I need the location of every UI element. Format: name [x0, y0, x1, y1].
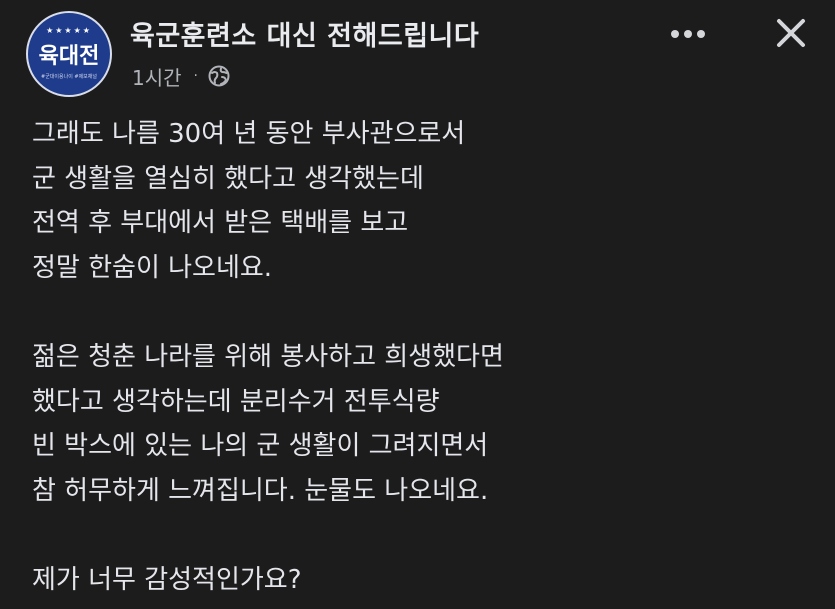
text-line: 젊은 청춘 나라를 위해 봉사하고 희생했다면: [32, 341, 504, 372]
close-icon: [777, 19, 805, 47]
avatar-title: 육대전: [38, 44, 100, 69]
text-line: 전역 후 부대에서 받은 택배를 보고: [32, 208, 409, 239]
post-text: 그래도 나름 30여 년 동안 부사관으로서 군 생활을 열심히 했다고 생각했…: [32, 112, 812, 603]
post-meta: 1시간 ·: [132, 62, 230, 90]
meta-separator: ·: [193, 68, 198, 84]
text-line: 빈 박스에 있는 나의 군 생활이 그려지면서: [32, 431, 489, 462]
timestamp[interactable]: 1시간: [132, 62, 182, 91]
paragraph-1: 그래도 나름 30여 년 동안 부사관으로서 군 생활을 열심히 했다고 생각했…: [32, 112, 812, 290]
more-horizontal-icon: [671, 30, 705, 38]
text-line: 군 생활을 열심히 했다고 생각했는데: [32, 163, 424, 194]
globe-icon[interactable]: [208, 65, 230, 87]
page-name[interactable]: 육군훈련소 대신 전해드립니다: [130, 14, 479, 53]
avatar[interactable]: ★★★★★ 육대전 #군대이용나이 #제보채널: [26, 11, 112, 97]
avatar-stars: ★★★★★: [46, 26, 92, 35]
text-line: 그래도 나름 30여 년 동안 부사관으로서: [32, 119, 466, 149]
post-header: ★★★★★ 육대전 #군대이용나이 #제보채널 육군훈련소 대신 전해드립니다 …: [0, 0, 835, 110]
paragraph-2: 젊은 청춘 나라를 위해 봉사하고 희생했다면 했다고 생각하는데 분리수거 전…: [32, 335, 812, 513]
text-line: 했다고 생각하는데 분리수거 전투식량: [32, 386, 440, 417]
paragraph-3: 제가 너무 감성적인가요?: [32, 558, 812, 603]
text-line: 참 허무하게 느껴집니다. 눈물도 나오네요.: [32, 475, 489, 506]
close-button[interactable]: [768, 10, 814, 56]
more-options-button[interactable]: [664, 16, 712, 52]
text-line: 정말 한숨이 나오네요.: [32, 252, 273, 283]
text-line: 제가 너무 감성적인가요?: [32, 564, 302, 595]
avatar-subtitle: #군대이용나이 #제보채널: [41, 74, 97, 80]
